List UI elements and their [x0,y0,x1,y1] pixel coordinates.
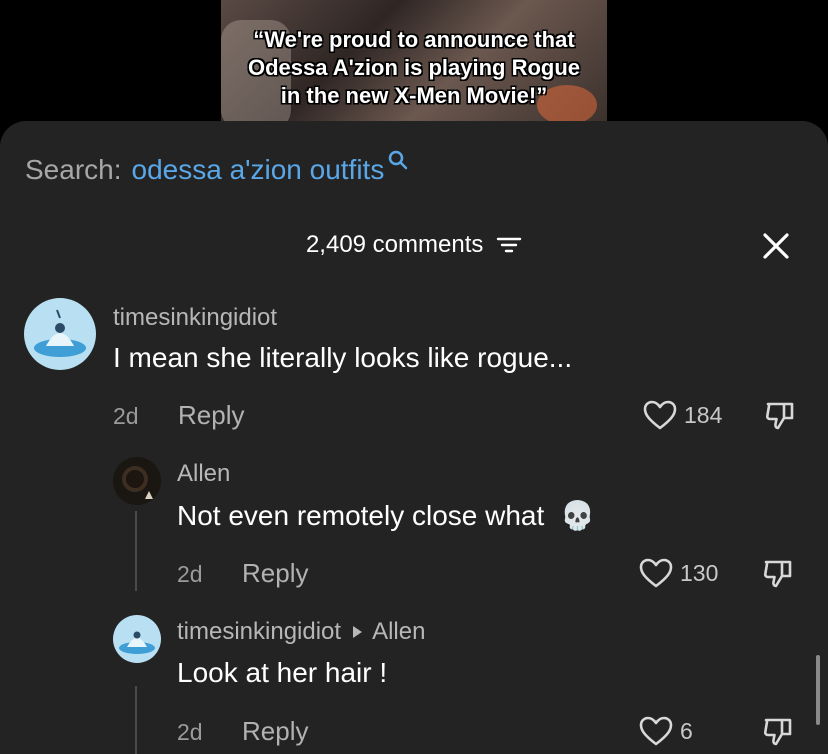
like-count: 6 [680,717,693,744]
like-count: 184 [684,401,723,428]
reply-author[interactable]: timesinkingidiot [177,618,341,645]
heart-icon [639,558,673,588]
avatar-ufo-icon [34,309,86,357]
like-button[interactable]: 184 [642,399,722,431]
scrollbar[interactable] [816,655,820,725]
search-icon[interactable] [387,149,409,171]
like-button[interactable]: 130 [638,557,718,589]
comment-text: Not even remotely close what 💀 [177,499,595,532]
video-preview[interactable]: “We're proud to announce that Odessa A'z… [221,0,607,128]
comment-time: 2d [113,403,139,429]
thread-line [135,686,137,754]
search-suggestion[interactable]: Search: odessa a'zion outfits [25,150,409,186]
heart-icon [639,716,673,746]
reply-button[interactable]: Reply [242,558,308,589]
comment-text: Look at her hair ! [177,657,388,688]
avatar[interactable] [24,298,96,370]
dislike-icon[interactable] [762,557,794,589]
close-icon[interactable] [761,231,791,261]
avatar[interactable] [113,615,161,663]
comment-time: 2d [177,719,203,745]
comment-username: timesinkingidiot Allen [177,618,425,646]
heart-icon [643,400,677,430]
reply-to-user[interactable]: Allen [372,618,425,645]
like-button[interactable]: 6 [638,715,693,747]
dislike-icon[interactable] [762,715,794,747]
avatar-ufo-icon [119,631,155,654]
reply-arrow-icon [353,625,363,638]
dislike-icon[interactable] [764,399,796,431]
comment-count: 2,409 comments [305,231,484,258]
comment-text: I mean she literally looks like rogue... [113,342,573,373]
sort-filter-icon[interactable] [496,235,522,255]
avatar-image [113,457,161,505]
comments-sheet: Search: odessa a'zion outfits 2,409 comm… [0,121,828,754]
comment-text-content: Not even remotely close what [177,500,545,531]
comment-username[interactable]: timesinkingidiot [113,304,277,332]
comment-username[interactable]: Allen [177,460,230,488]
avatar[interactable] [113,457,161,505]
skull-emoji: 💀 [560,500,595,531]
comment-time: 2d [177,561,203,587]
like-count: 130 [680,559,719,586]
search-term-link[interactable]: odessa a'zion outfits [132,154,385,186]
reply-button[interactable]: Reply [178,400,244,431]
video-caption: “We're proud to announce that Odessa A'z… [247,27,581,108]
comments-header: 2,409 comments [0,231,828,259]
reply-button[interactable]: Reply [242,716,308,747]
thread-line [135,511,137,591]
search-label: Search: [25,154,122,185]
